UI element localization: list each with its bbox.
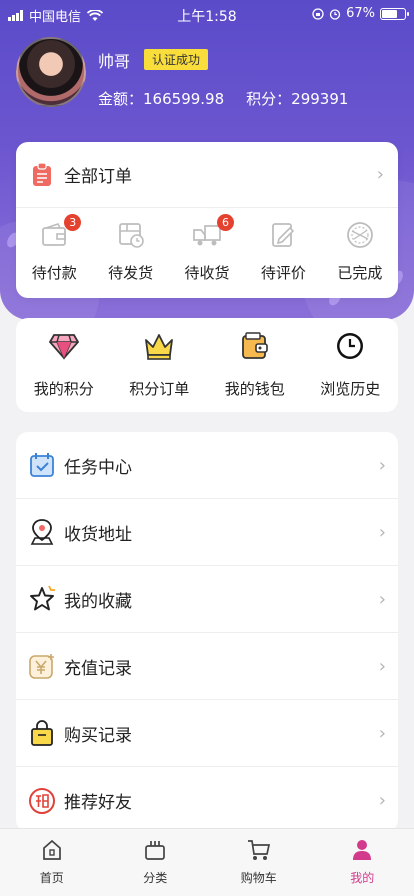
pending-payment-count-badge: 3 [64,214,82,231]
tab-label: 购物车 [240,871,277,885]
yuan-card-icon [28,652,56,680]
balance-value: 166599.98 [143,90,225,108]
clock-icon [332,328,368,364]
chevron-right-icon: › [378,655,386,677]
menu-item-my-favorites[interactable]: 我的收藏 › [16,566,398,633]
order-status-label: 待发货 [108,264,154,282]
tab-label: 分类 [143,871,168,885]
menu-list-card: 任务中心 › 收货地址 › 我的收藏 › 充值记录 › 购买记录 › 推荐好友 … [16,432,398,832]
user-icon [349,837,375,863]
menu-item-shipping-address[interactable]: 收货地址 › [16,499,398,566]
tab-label: 我的 [350,871,375,885]
quick-links-card: 我的积分 积分订单 我的钱包 浏览历史 [16,318,398,412]
account-stats: 金额：166599.98 积分：299391 [98,88,348,109]
menu-item-label: 充值记录 [64,658,132,679]
bottom-tab-bar: 首页 分类 购物车 我的 [0,828,414,896]
quick-link-label: 积分订单 [129,380,190,398]
tab-cart[interactable]: 购物车 [207,829,311,896]
rotation-lock-icon [312,7,324,20]
tab-profile[interactable]: 我的 [311,829,414,896]
quick-link-label: 浏览历史 [320,380,381,398]
menu-item-label: 推荐好友 [64,793,132,813]
bag-icon [28,719,56,747]
cart-icon [246,837,272,863]
stamp-icon [345,220,375,250]
order-status-label: 待收货 [184,264,230,282]
wallet-icon [237,328,273,364]
order-status-pending-payment[interactable]: 3 待付款 [16,208,92,298]
location-icon [28,518,56,546]
chevron-right-icon: › [376,164,384,185]
tab-label: 首页 [39,871,64,885]
battery-percent: 67% [346,6,375,21]
diamond-icon [46,328,82,364]
package-clock-icon [116,220,146,250]
chevron-right-icon: › [378,722,386,744]
all-orders-row[interactable]: 全部订单 › [16,142,398,208]
status-bar: 中国电信 上午1:58 67% [0,0,414,28]
edit-icon [268,220,298,250]
order-status-label: 待付款 [31,264,77,282]
crown-icon [141,328,177,364]
balance-label: 金额： [98,90,144,108]
menu-item-label: 我的收藏 [64,591,132,612]
menu-item-label: 购买记录 [64,725,132,746]
alarm-icon [329,8,341,20]
tab-home[interactable]: 首页 [0,829,104,896]
tab-category[interactable]: 分类 [104,829,208,896]
balance-stat[interactable]: 金额：166599.98 [98,88,224,109]
avatar[interactable] [16,37,86,107]
invite-icon [28,787,56,815]
quick-link-my-wallet[interactable]: 我的钱包 [207,318,303,412]
calendar-icon [28,451,56,479]
category-icon [142,837,168,863]
order-status-pending-review[interactable]: 待评价 [245,208,321,298]
all-orders-title: 全部订单 [64,167,132,187]
menu-item-label: 任务中心 [64,457,132,478]
order-status-pending-receipt[interactable]: 6 待收货 [169,208,245,298]
menu-item-purchase-records[interactable]: 购买记录 › [16,700,398,767]
pending-receipt-count-badge: 6 [217,214,235,231]
menu-item-label: 收货地址 [64,524,132,545]
user-name: 帅哥 [98,52,131,71]
home-icon [39,837,65,863]
chevron-right-icon: › [378,521,386,543]
points-label: 积分： [246,90,292,108]
order-status-pending-shipment[interactable]: 待发货 [92,208,168,298]
points-value: 299391 [291,90,349,108]
verified-badge: 认证成功 [144,49,209,70]
order-clipboard-icon [33,161,51,186]
menu-item-recharge-records[interactable]: 充值记录 › [16,633,398,700]
quick-link-label: 我的钱包 [224,380,285,398]
order-status-label: 待评价 [260,264,306,282]
menu-item-recommend-friends[interactable]: 推荐好友 › [16,767,398,832]
quick-link-browse-history[interactable]: 浏览历史 [303,318,399,412]
quick-link-points-orders[interactable]: 积分订单 [112,318,208,412]
orders-card: 全部订单 › 3 待付款 待发货 6 待收货 待评价 已完成 [16,142,398,298]
points-stat[interactable]: 积分：299391 [246,88,348,109]
chevron-right-icon: › [378,454,386,476]
menu-item-task-center[interactable]: 任务中心 › [16,432,398,499]
quick-link-label: 我的积分 [33,380,94,398]
chevron-right-icon: › [378,790,386,811]
order-status-label: 已完成 [337,264,383,282]
chevron-right-icon: › [378,588,386,610]
quick-link-my-points[interactable]: 我的积分 [16,318,112,412]
battery-icon [380,7,409,20]
truck-icon: 6 [192,214,235,250]
star-icon [28,585,56,613]
wallet-icon: 3 [39,214,82,250]
order-status-completed[interactable]: 已完成 [322,208,398,298]
